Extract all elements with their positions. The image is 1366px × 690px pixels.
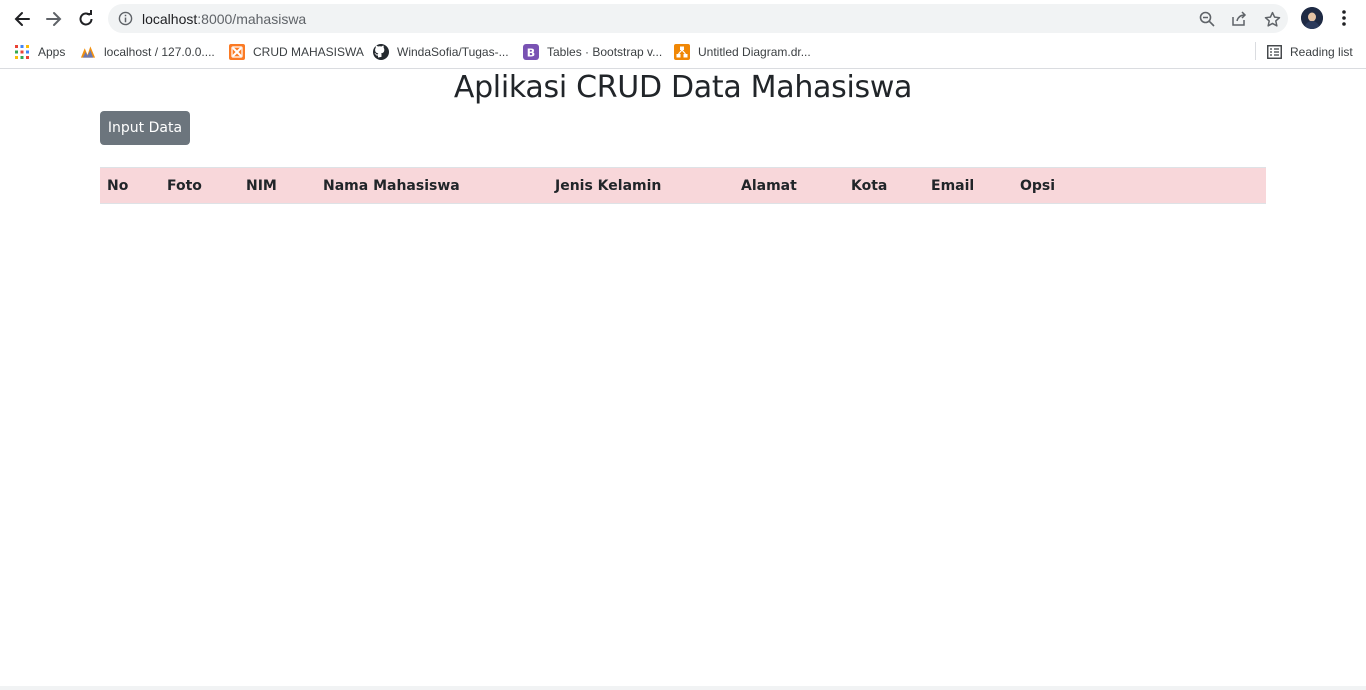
column-header-nama-mahasiswa: Nama Mahasiswa xyxy=(323,167,555,204)
apps-grid-icon xyxy=(14,44,30,60)
bookmarks-bar: Apps localhost / 127.0.0.... CRUD MAHASI… xyxy=(0,37,1366,69)
column-header-email: Email xyxy=(931,167,1020,204)
zoom-icon[interactable] xyxy=(1198,10,1216,28)
xampp-icon xyxy=(229,44,245,60)
bookmark-label: Apps xyxy=(38,45,66,59)
column-header-no: No xyxy=(100,167,167,204)
column-header-nim: NIM xyxy=(246,167,323,204)
reload-button[interactable] xyxy=(73,6,99,32)
bookmark-bootstrap-tables[interactable]: B Tables · Bootstrap v... xyxy=(523,42,662,62)
column-header-foto: Foto xyxy=(167,167,246,204)
back-button[interactable] xyxy=(9,6,35,32)
share-icon[interactable] xyxy=(1230,10,1248,28)
window-bottom-edge xyxy=(0,686,1366,690)
svg-text:B: B xyxy=(527,47,535,60)
bookmark-label: localhost / 127.0.0.... xyxy=(104,45,215,59)
forward-arrow-icon xyxy=(46,12,62,26)
drawio-icon xyxy=(674,44,690,60)
phpmyadmin-icon xyxy=(80,44,96,60)
reading-list-label: Reading list xyxy=(1290,45,1353,59)
bootstrap-icon: B xyxy=(523,44,539,60)
site-info-icon[interactable] xyxy=(118,11,133,31)
bookmark-label: Untitled Diagram.dr... xyxy=(698,45,811,59)
bookmark-drawio[interactable]: Untitled Diagram.dr... xyxy=(674,42,811,62)
column-header-alamat: Alamat xyxy=(741,167,851,204)
avatar-icon xyxy=(1301,7,1323,29)
input-data-button[interactable]: Input Data xyxy=(100,111,190,145)
github-icon xyxy=(373,44,389,60)
address-bar[interactable]: localhost:8000/mahasiswa xyxy=(108,4,1288,33)
reload-icon xyxy=(79,10,93,26)
mahasiswa-table: No Foto NIM Nama Mahasiswa Jenis Kelamin… xyxy=(100,167,1266,204)
url-path: :8000/mahasiswa xyxy=(197,11,307,27)
table-header-row: No Foto NIM Nama Mahasiswa Jenis Kelamin… xyxy=(100,167,1266,204)
bookmark-label: Tables · Bootstrap v... xyxy=(547,45,663,59)
forward-button[interactable] xyxy=(41,6,67,32)
bookmark-github[interactable]: WindaSofia/Tugas-... xyxy=(373,42,509,62)
column-header-jenis-kelamin: Jenis Kelamin xyxy=(555,167,741,204)
browser-toolbar: localhost:8000/mahasiswa xyxy=(0,0,1366,37)
bookmark-label: WindaSofia/Tugas-... xyxy=(397,45,509,59)
profile-avatar[interactable] xyxy=(1301,7,1323,29)
table-header: No Foto NIM Nama Mahasiswa Jenis Kelamin… xyxy=(100,167,1266,204)
bookmark-apps[interactable]: Apps xyxy=(14,42,65,62)
vertical-dots-icon xyxy=(1342,10,1346,26)
bookmark-star-icon[interactable] xyxy=(1263,10,1281,28)
column-header-kota: Kota xyxy=(851,167,931,204)
column-header-opsi: Opsi xyxy=(1020,167,1266,204)
url-host: localhost xyxy=(142,11,198,27)
bookmark-crud-mahasiswa[interactable]: CRUD MAHASISWA xyxy=(229,42,364,62)
bookmark-phpmyadmin[interactable]: localhost / 127.0.0.... xyxy=(80,42,215,62)
bookmark-label: CRUD MAHASISWA xyxy=(253,45,364,59)
back-arrow-icon xyxy=(14,12,30,26)
browser-menu-button[interactable] xyxy=(1336,8,1352,28)
page-title: Aplikasi CRUD Data Mahasiswa xyxy=(453,70,913,105)
reading-list-button[interactable]: Reading list xyxy=(1266,42,1353,62)
reading-list-icon xyxy=(1266,44,1282,60)
bookmarks-separator xyxy=(1255,42,1256,60)
url-text: localhost:8000/mahasiswa xyxy=(142,11,306,27)
